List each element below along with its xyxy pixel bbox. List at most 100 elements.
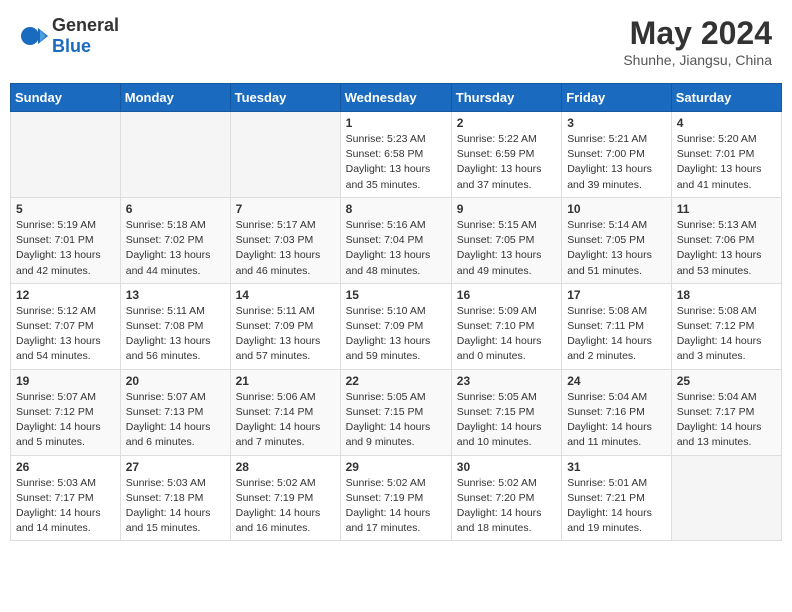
day-number: 29 (346, 460, 446, 474)
day-info-line: Daylight: 13 hours (16, 249, 101, 261)
day-number: 17 (567, 288, 666, 302)
calendar-cell (230, 112, 340, 198)
day-info-line: Sunrise: 5:21 AM (567, 133, 647, 145)
day-info-line: Daylight: 13 hours (677, 249, 762, 261)
day-info-line: Daylight: 13 hours (677, 163, 762, 175)
day-info-line: Sunrise: 5:05 AM (346, 391, 426, 403)
day-info-line: and 44 minutes. (126, 265, 201, 277)
day-info-line: and 19 minutes. (567, 522, 642, 534)
day-info-line: Sunset: 7:11 PM (567, 320, 644, 332)
day-info-line: and 35 minutes. (346, 179, 421, 191)
day-info-line: Sunrise: 5:09 AM (457, 305, 537, 317)
day-number: 2 (457, 116, 556, 130)
weekday-header-saturday: Saturday (671, 84, 781, 112)
day-info-line: and 59 minutes. (346, 350, 421, 362)
weekday-header-thursday: Thursday (451, 84, 561, 112)
day-info-line: Daylight: 13 hours (346, 249, 431, 261)
day-info-line: Sunset: 7:15 PM (346, 406, 424, 418)
day-info-line: Daylight: 14 hours (677, 421, 762, 433)
day-number: 25 (677, 374, 776, 388)
logo-text: General Blue (52, 15, 119, 57)
day-info: Sunrise: 5:21 AM Sunset: 7:00 PM Daylight:… (567, 132, 666, 193)
day-info-line: Sunset: 7:08 PM (126, 320, 204, 332)
day-info-line: Daylight: 14 hours (457, 421, 542, 433)
day-info-line: Sunset: 7:20 PM (457, 492, 535, 504)
day-info-line: and 54 minutes. (16, 350, 91, 362)
calendar-cell: 30Sunrise: 5:02 AMSunset: 7:20 PMDayligh… (451, 455, 561, 541)
day-info-line: Sunset: 7:00 PM (567, 148, 645, 160)
calendar-cell: 22Sunrise: 5:05 AMSunset: 7:15 PMDayligh… (340, 369, 451, 455)
day-info-line: Sunrise: 5:08 AM (677, 305, 757, 317)
day-info-line: Daylight: 13 hours (457, 163, 542, 175)
day-info-line: Sunset: 7:18 PM (126, 492, 204, 504)
day-info-line: Sunset: 7:09 PM (346, 320, 424, 332)
calendar-cell: 15Sunrise: 5:10 AMSunset: 7:09 PMDayligh… (340, 283, 451, 369)
calendar-cell (671, 455, 781, 541)
day-info-line: and 9 minutes. (346, 436, 415, 448)
day-number: 16 (457, 288, 556, 302)
day-number: 4 (677, 116, 776, 130)
page-header: General Blue May 2024 Shunhe, Jiangsu, C… (10, 10, 782, 73)
calendar-week-row: 12Sunrise: 5:12 AMSunset: 7:07 PMDayligh… (11, 283, 782, 369)
day-number: 5 (16, 202, 115, 216)
day-info-line: Sunrise: 5:05 AM (457, 391, 537, 403)
day-number: 6 (126, 202, 225, 216)
day-info-line: and 57 minutes. (236, 350, 311, 362)
logo-general: General (52, 15, 119, 35)
day-info: Sunrise: 5:22 AMSunset: 6:59 PMDaylight:… (457, 132, 556, 193)
calendar-week-row: 26Sunrise: 5:03 AMSunset: 7:17 PMDayligh… (11, 455, 782, 541)
day-info-line: Daylight: 14 hours (567, 335, 652, 347)
calendar-cell: 10Sunrise: 5:14 AMSunset: 7:05 PMDayligh… (562, 197, 672, 283)
day-info-line: Sunset: 7:19 PM (346, 492, 424, 504)
day-info: Sunrise: 5:02 AMSunset: 7:19 PMDaylight:… (346, 476, 446, 537)
day-info-line: and 41 minutes. (677, 179, 752, 191)
day-info-line: Sunrise: 5:02 AM (236, 477, 316, 489)
day-info: Sunrise: 5:01 AMSunset: 7:21 PMDaylight:… (567, 476, 666, 537)
day-info-line: Daylight: 14 hours (457, 335, 542, 347)
day-info: Sunrise: 5:04 AM Sunset: 7:17 PM Daylight:… (677, 390, 776, 451)
day-info-line: Sunset: 7:01 PM (677, 148, 755, 160)
day-info-line: and 7 minutes. (236, 436, 305, 448)
day-info-line: Sunset: 7:12 PM (677, 320, 755, 332)
day-info-line: Daylight: 14 hours (457, 507, 542, 519)
calendar-cell: 20Sunrise: 5:07 AMSunset: 7:13 PMDayligh… (120, 369, 230, 455)
calendar-cell (11, 112, 121, 198)
day-info-line: Sunset: 7:01 PM (16, 234, 94, 246)
day-info-line: Sunrise: 5:18 AM (126, 219, 206, 231)
day-info-line: Sunset: 7:17 PM (16, 492, 94, 504)
day-info-line: Sunset: 7:03 PM (236, 234, 314, 246)
day-info-line: Sunrise: 5:04 AM (567, 391, 647, 403)
day-number: 23 (457, 374, 556, 388)
day-info-line: Sunset: 7:12 PM (16, 406, 94, 418)
day-info-line: Daylight: 13 hours (346, 335, 431, 347)
day-info: Sunrise: 5:13 AMSunset: 7:06 PMDaylight:… (677, 218, 776, 279)
day-info: Sunrise: 5:08 AMSunset: 7:11 PMDaylight:… (567, 304, 666, 365)
calendar-cell: 5 Sunrise: 5:19 AM Sunset: 7:01 PM Daylight… (11, 197, 121, 283)
day-info: Sunrise: 5:11 AMSunset: 7:08 PMDaylight:… (126, 304, 225, 365)
day-info-line: and 2 minutes. (567, 350, 636, 362)
day-info-line: Sunrise: 5:02 AM (346, 477, 426, 489)
day-info-line: Sunrise: 5:12 AM (16, 305, 96, 317)
calendar-cell: 7Sunrise: 5:17 AMSunset: 7:03 PMDaylight… (230, 197, 340, 283)
day-number: 30 (457, 460, 556, 474)
day-info-line: Sunrise: 5:04 AM (677, 391, 757, 403)
day-info-line: Sunset: 7:04 PM (346, 234, 424, 246)
day-info-line: and 18 minutes. (457, 522, 532, 534)
day-info-line: Sunset: 7:17 PM (677, 406, 755, 418)
day-number: 10 (567, 202, 666, 216)
day-info-line: and 51 minutes. (567, 265, 642, 277)
calendar-cell: 8Sunrise: 5:16 AMSunset: 7:04 PMDaylight… (340, 197, 451, 283)
calendar-cell (120, 112, 230, 198)
day-info-line: Sunrise: 5:19 AM (16, 219, 96, 231)
weekday-header-sunday: Sunday (11, 84, 121, 112)
day-info-line: Daylight: 13 hours (457, 249, 542, 261)
day-number: 1 (346, 116, 446, 130)
day-info-line: Daylight: 13 hours (16, 335, 101, 347)
day-info: Sunrise: 5:03 AMSunset: 7:18 PMDaylight:… (126, 476, 225, 537)
day-info-line: Daylight: 13 hours (567, 163, 652, 175)
day-info-line: Sunset: 7:09 PM (236, 320, 314, 332)
day-info: Sunrise: 5:20 AMSunset: 7:01 PMDaylight:… (677, 132, 776, 193)
calendar-cell: 29Sunrise: 5:02 AMSunset: 7:19 PMDayligh… (340, 455, 451, 541)
day-number: 18 (677, 288, 776, 302)
day-info: Sunrise: 5:10 AMSunset: 7:09 PMDaylight:… (346, 304, 446, 365)
